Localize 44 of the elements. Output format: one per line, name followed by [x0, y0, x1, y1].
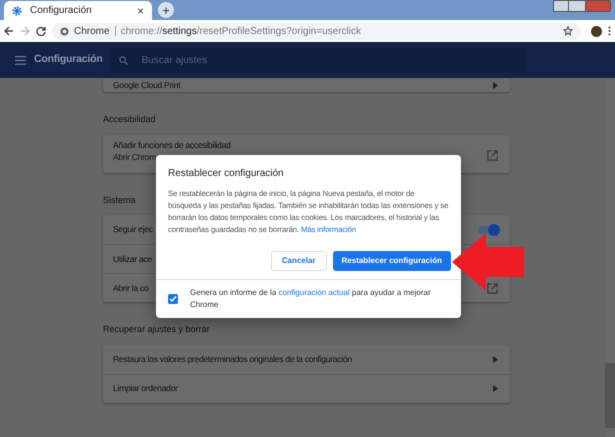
- section-heading: Accesibilidad: [103, 113, 156, 126]
- menu-dots-icon[interactable]: [608, 26, 611, 36]
- avatar[interactable]: [591, 26, 602, 36]
- setting-label: Google Cloud Print: [113, 78, 180, 92]
- menu-icon[interactable]: [15, 56, 26, 64]
- setting-label: Abrir la co: [113, 282, 148, 294]
- url-text: chrome://settings/resetProfileSettings?origin=userclick: [120, 24, 361, 38]
- search-field[interactable]: Buscar ajustes: [110, 48, 527, 72]
- arrow-icon: [452, 233, 524, 291]
- setting-label: Limpiar ordenador: [113, 382, 178, 395]
- caret-right-icon[interactable]: [493, 385, 498, 392]
- dialog-title: Restablecer configuración: [167, 167, 285, 181]
- caret-right-icon[interactable]: [493, 356, 498, 362]
- report-label: Genera un informe de la configuración actual para ayudar a mejorar Chrome: [190, 287, 432, 311]
- current-config-link[interactable]: configuración actual: [278, 288, 350, 297]
- window-controls[interactable]: [553, 0, 611, 12]
- setting-label: Seguir ejec: [113, 223, 153, 236]
- setting-label: Utilizar ace: [113, 252, 152, 266]
- settings-title: Configuración: [34, 52, 103, 68]
- checkbox[interactable]: [168, 294, 178, 304]
- setting-sublabel: Abrir Chrom: [113, 151, 156, 164]
- back-arrow-icon[interactable]: [4, 26, 14, 36]
- external-link-icon[interactable]: [487, 282, 498, 294]
- section-heading: Recuperar ajustes y borrar: [103, 323, 210, 336]
- tab-title: Configuración: [30, 4, 93, 18]
- tab-close-button[interactable]: ×: [136, 4, 144, 16]
- forward-arrow-icon[interactable]: [20, 26, 30, 36]
- setting-label: Añadir funciones de accesibilidad: [113, 138, 231, 152]
- setting-label: Restaura los valores predeterminados originales de la configuración: [113, 352, 352, 366]
- chrome-logo-icon: [60, 26, 69, 36]
- reset-settings-button[interactable]: Restablecer configuración: [332, 251, 451, 271]
- external-link-icon[interactable]: [487, 150, 498, 161]
- browser-tab[interactable]: Configuración ×: [4, 1, 152, 20]
- search-icon: [118, 56, 128, 64]
- toggle-switch[interactable]: [478, 226, 498, 234]
- site-label: Chrome: [74, 24, 110, 38]
- address-bar[interactable]: Chrome chrome://settings/resetProfileSettings?origin=userclick: [52, 22, 581, 40]
- cancel-button[interactable]: Cancelar: [270, 251, 327, 271]
- new-tab-button[interactable]: +: [158, 2, 174, 18]
- caret-right-icon[interactable]: [493, 82, 498, 88]
- reload-icon[interactable]: [36, 26, 46, 36]
- gear-icon: [12, 6, 22, 16]
- star-icon[interactable]: [563, 26, 573, 36]
- section-heading: Sistema: [103, 194, 136, 206]
